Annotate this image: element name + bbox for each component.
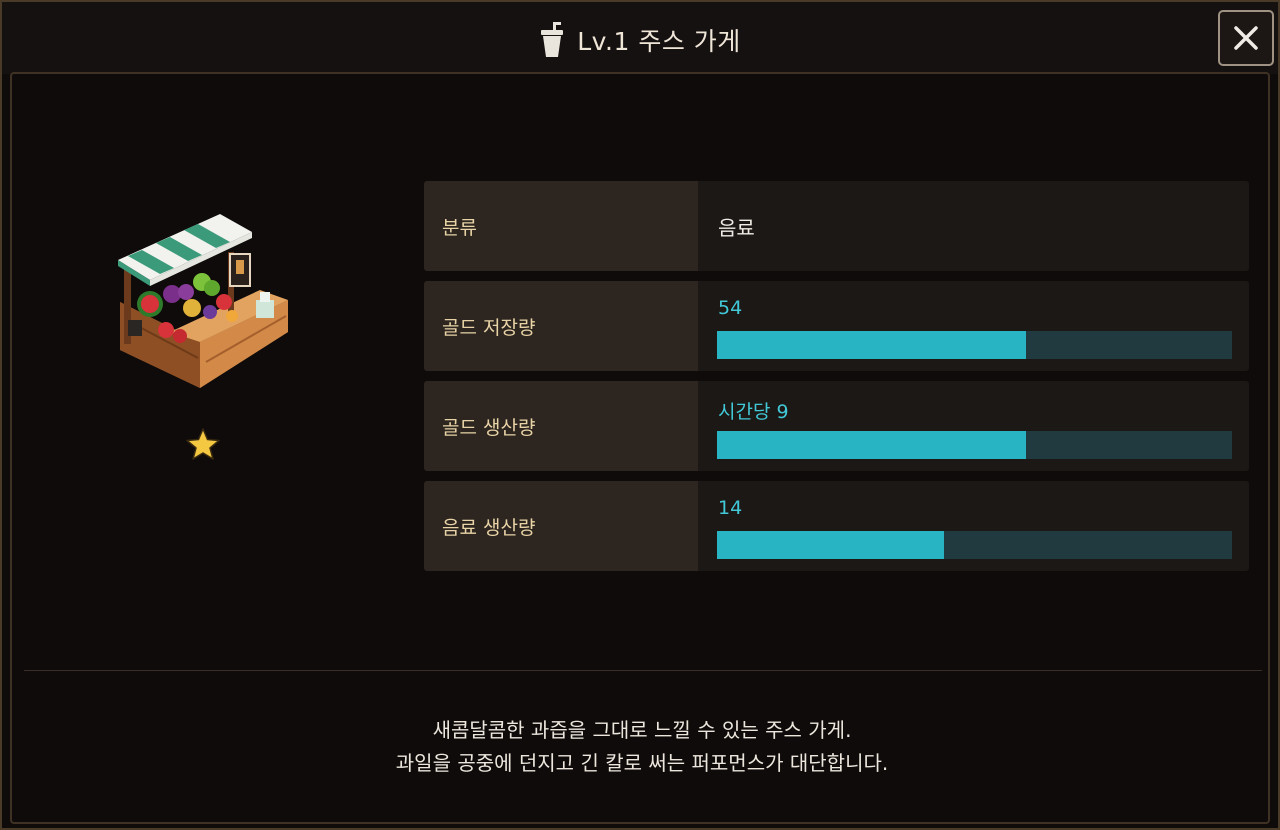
divider (24, 670, 1262, 671)
stat-label: 분류 (424, 181, 698, 271)
dialog-title: Lv.1 주스 가게 (577, 27, 741, 56)
stat-label: 골드 생산량 (424, 381, 698, 471)
progress-bar (717, 431, 1232, 459)
stat-label: 골드 저장량 (424, 281, 698, 371)
progress-bar-fill (717, 431, 1026, 459)
close-button[interactable] (1218, 10, 1274, 66)
stat-value: 54 (718, 297, 743, 319)
dialog-title-bar: Lv.1 주스 가게 (2, 2, 1278, 78)
progress-bar (717, 531, 1232, 559)
stat-value: 시간당 9 (718, 401, 789, 423)
close-icon (1234, 26, 1258, 50)
juice-cup-icon (541, 22, 564, 57)
stat-label: 음료 생산량 (424, 481, 698, 571)
description-line: 과일을 공중에 던지고 긴 칼로 써는 퍼포먼스가 대단합니다. (395, 751, 889, 775)
stat-row-gold-storage: 골드 저장량 54 (424, 281, 1249, 371)
progress-bar-fill (717, 531, 944, 559)
stat-value: 음료 (718, 215, 755, 240)
stat-row-drink-production: 음료 생산량 14 (424, 481, 1249, 571)
juice-stand-image (118, 214, 288, 388)
stat-row-gold-production: 골드 생산량 시간당 9 (424, 381, 1249, 471)
stat-value: 14 (718, 497, 743, 519)
stat-row-category: 분류 음료 (424, 181, 1249, 271)
shop-info-dialog: Lv.1 주스 가게 분류 음료 골드 저장량 54 골드 생산량 시간당 9 … (0, 0, 1280, 830)
description-line: 새콤달콤한 과즙을 그대로 느낄 수 있는 주스 가게. (432, 718, 852, 742)
progress-bar-fill (717, 331, 1026, 359)
progress-bar (717, 331, 1232, 359)
shop-description: 새콤달콤한 과즙을 그대로 느낄 수 있는 주스 가게. 과일을 공중에 던지고… (2, 714, 1280, 780)
star-rating-icon (186, 428, 220, 460)
